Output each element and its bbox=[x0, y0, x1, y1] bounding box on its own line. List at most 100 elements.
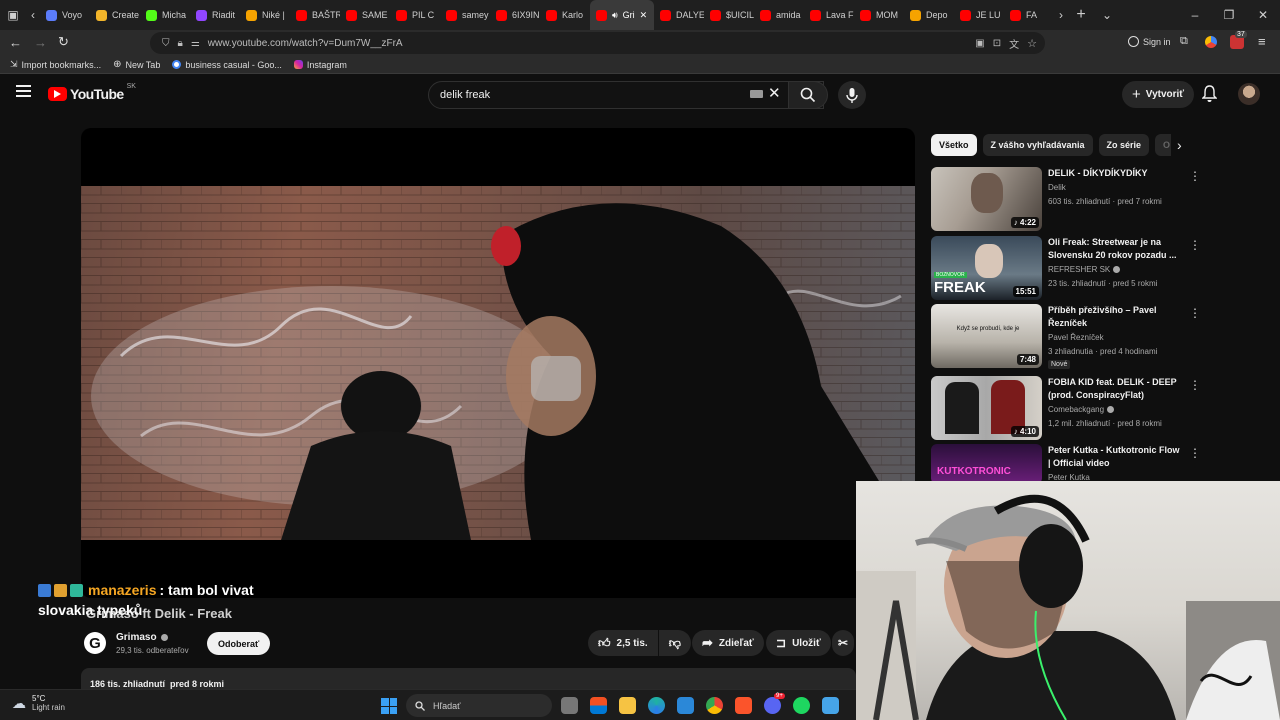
bookmark-import[interactable]: ⇲ Import bookmarks... bbox=[10, 59, 101, 70]
recommendation-channel[interactable]: Comebackgang bbox=[1048, 405, 1115, 414]
voice-search-button[interactable] bbox=[838, 81, 866, 109]
translate-icon[interactable]: 文 bbox=[1009, 36, 1019, 51]
recommendation-title[interactable]: FOBIA KID feat. DELIK - DEEP (prod. Cons… bbox=[1048, 376, 1183, 402]
more-options-icon[interactable]: ⋮ bbox=[1189, 446, 1201, 460]
chip-from-series[interactable]: Zo série bbox=[1098, 134, 1150, 156]
browser-tab[interactable]: amida bbox=[754, 0, 804, 30]
share-button[interactable]: ➦ Zdieľať bbox=[692, 630, 764, 656]
new-tab-icon[interactable]: + bbox=[1068, 0, 1094, 30]
sign-in-button[interactable]: Sign in bbox=[1128, 36, 1171, 47]
start-button[interactable] bbox=[381, 698, 397, 714]
bookmark-instagram[interactable]: Instagram bbox=[293, 60, 347, 70]
browser-tab[interactable]: Karlo bbox=[540, 0, 590, 30]
reload-icon[interactable]: ↻ bbox=[58, 34, 69, 50]
recommendation-item[interactable]: ♪ 4:10 FOBIA KID feat. DELIK - DEEP (pro… bbox=[931, 376, 1211, 440]
minimize-icon[interactable]: – bbox=[1178, 0, 1212, 30]
channel-name[interactable]: Grimaso bbox=[116, 632, 168, 643]
browser-tab[interactable]: Create bbox=[90, 0, 140, 30]
browser-tab[interactable]: SAME bbox=[340, 0, 390, 30]
browser-tab[interactable]: MOM bbox=[854, 0, 904, 30]
recommendation-item[interactable]: Když se probudí, kde je 7:48 Příběh přež… bbox=[931, 304, 1211, 369]
avatar[interactable] bbox=[1238, 83, 1260, 105]
browser-tab[interactable]: $UICIL bbox=[704, 0, 754, 30]
bookmark-business-casual[interactable]: business casual - Goo... bbox=[172, 60, 282, 70]
browser-tab[interactable]: Riadit bbox=[190, 0, 240, 30]
search-button[interactable] bbox=[788, 81, 828, 109]
audio-playing-icon[interactable]: 🔊︎ bbox=[612, 10, 618, 21]
forward-icon[interactable]: → bbox=[34, 35, 47, 50]
clear-search-icon[interactable]: ✕ bbox=[768, 84, 781, 102]
recommendation-title[interactable]: Příběh přeživšího – Pavel Řezníček bbox=[1048, 304, 1183, 330]
more-options-icon[interactable]: ⋮ bbox=[1189, 238, 1201, 252]
like-button[interactable]: 👍︎ 2,5 tis. bbox=[588, 630, 658, 656]
browser-tab[interactable]: FA bbox=[1004, 0, 1054, 30]
keyboard-icon[interactable] bbox=[750, 90, 763, 98]
subscribe-button[interactable]: Odoberať bbox=[207, 632, 271, 655]
discord-icon[interactable] bbox=[764, 697, 781, 714]
weather-widget[interactable]: ☁ 5°C Light rain bbox=[12, 694, 65, 712]
site-settings-icon[interactable]: ⚌ bbox=[191, 38, 200, 49]
spotify-icon[interactable] bbox=[793, 697, 810, 714]
chip-from-search[interactable]: Z vášho vyhľadávania bbox=[982, 134, 1093, 156]
chrome-icon[interactable] bbox=[706, 697, 723, 714]
url-text[interactable]: www.youtube.com/watch?v=Dum7W__zFrA bbox=[208, 38, 403, 49]
taskbar-search[interactable]: Hľadať bbox=[406, 694, 552, 717]
address-bar[interactable]: ⛉ 🔒︎ ⚌ www.youtube.com/watch?v=Dum7W__zF… bbox=[150, 32, 1045, 54]
recommendation-title[interactable]: Peter Kutka - Kutkotronic Flow | Officia… bbox=[1048, 444, 1183, 470]
clip-button[interactable]: ✂ bbox=[832, 630, 855, 656]
browser-tab[interactable]: JE LU bbox=[954, 0, 1004, 30]
save-button[interactable]: ⊐ Uložiť bbox=[766, 630, 831, 656]
recommendation-item[interactable]: BOZNOVOR FREAK 15:51 Oli Freak: Streetwe… bbox=[931, 236, 1211, 300]
extensions-icon[interactable]: ⧉ bbox=[1180, 35, 1188, 48]
brave-icon[interactable] bbox=[735, 697, 752, 714]
edge-icon[interactable] bbox=[648, 697, 665, 714]
back-icon[interactable]: ← bbox=[9, 35, 22, 50]
tab-actions-icon[interactable]: ▣ bbox=[0, 0, 26, 30]
screenshot-icon[interactable]: ▣ bbox=[975, 38, 984, 49]
close-window-icon[interactable]: ✕ bbox=[1246, 0, 1280, 30]
browser-tab[interactable]: samey bbox=[440, 0, 490, 30]
browser-tab[interactable]: BAŠTR bbox=[290, 0, 340, 30]
recommendation-title[interactable]: DELIK - DÍKYDÍKYDÍKY bbox=[1048, 167, 1183, 180]
browser-tab[interactable]: Niké | bbox=[240, 0, 290, 30]
tab-scroll-left-icon[interactable]: ‹ bbox=[26, 0, 40, 30]
shield-icon[interactable]: ⛉ bbox=[162, 38, 170, 49]
video-thumbnail[interactable]: Když se probudí, kde je 7:48 bbox=[931, 304, 1042, 368]
channel-avatar[interactable]: G bbox=[84, 632, 106, 654]
bookmark-new-tab[interactable]: ⊕ New Tab bbox=[113, 59, 160, 70]
chips-next-icon[interactable]: › bbox=[1177, 137, 1182, 153]
dislike-button[interactable]: 👎︎ bbox=[658, 630, 691, 656]
create-button[interactable]: + Vytvoriť bbox=[1122, 81, 1195, 108]
browser-tab[interactable]: DALYE bbox=[654, 0, 704, 30]
photos-icon[interactable] bbox=[677, 697, 694, 714]
install-icon[interactable]: ⊡ bbox=[993, 38, 1001, 49]
task-view-icon[interactable] bbox=[561, 697, 578, 714]
video-thumbnail[interactable]: BOZNOVOR FREAK 15:51 bbox=[931, 236, 1042, 300]
bookmark-star-icon[interactable]: ☆ bbox=[1027, 37, 1037, 50]
chip-partial[interactable]: O bbox=[1155, 134, 1171, 156]
chip-all[interactable]: Všetko bbox=[931, 134, 977, 156]
video-thumbnail[interactable]: ♪ 4:10 bbox=[931, 376, 1042, 440]
recommendation-channel[interactable]: Delik bbox=[1048, 183, 1066, 192]
youtube-logo[interactable]: YouTube SK bbox=[48, 83, 136, 102]
recommendation-title[interactable]: Oli Freak: Streetwear je na Slovensku 20… bbox=[1048, 236, 1183, 262]
browser-tab[interactable]: 6IX9IN bbox=[490, 0, 540, 30]
video-thumbnail[interactable]: ♪ 4:22 bbox=[931, 167, 1042, 231]
more-options-icon[interactable]: ⋮ bbox=[1189, 169, 1201, 183]
notepad-icon[interactable] bbox=[822, 697, 839, 714]
recommendation-channel[interactable]: REFRESHER SK bbox=[1048, 265, 1121, 274]
browser-tab[interactable]: Micha bbox=[140, 0, 190, 30]
browser-tab[interactable]: 🔊︎ Gri ✕ bbox=[590, 0, 654, 30]
video-player[interactable] bbox=[81, 128, 915, 598]
browser-tab[interactable]: Depo bbox=[904, 0, 954, 30]
lock-icon[interactable]: 🔒︎ bbox=[178, 38, 183, 49]
tab-scroll-right-icon[interactable]: › bbox=[1054, 0, 1068, 30]
hamburger-menu-icon[interactable] bbox=[16, 85, 31, 97]
recommendation-item[interactable]: ♪ 4:22 DELIK - DÍKYDÍKYDÍKY Delik 603 ti… bbox=[931, 167, 1211, 231]
browser-menu-icon[interactable]: ≡ bbox=[1258, 34, 1266, 49]
browser-tab[interactable]: Lava F bbox=[804, 0, 854, 30]
close-tab-icon[interactable]: ✕ bbox=[640, 10, 648, 21]
browser-tab[interactable]: Voyo bbox=[40, 0, 90, 30]
more-options-icon[interactable]: ⋮ bbox=[1189, 306, 1201, 320]
maximize-icon[interactable]: ❐ bbox=[1212, 0, 1246, 30]
